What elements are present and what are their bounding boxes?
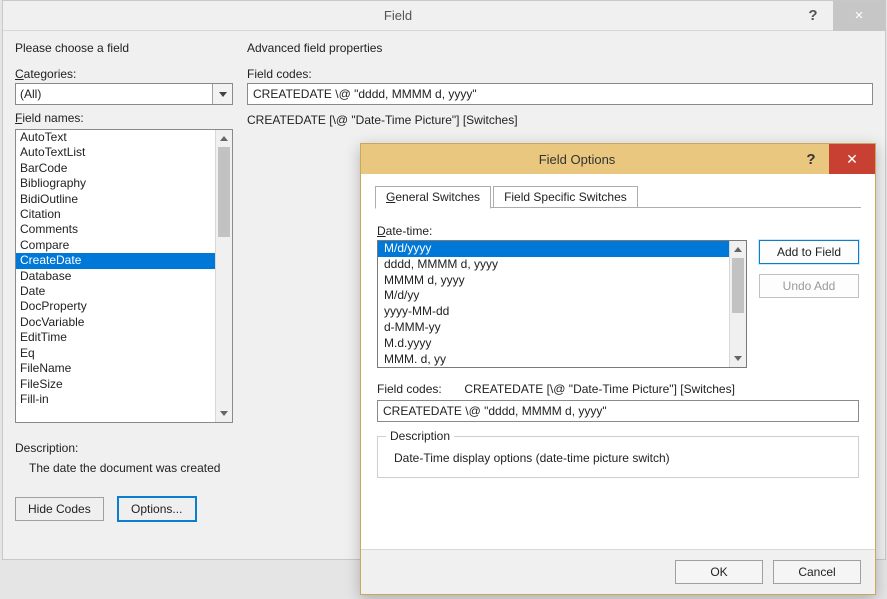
fieldnames-item[interactable]: BidiOutline [16, 192, 215, 207]
chevron-down-icon [219, 92, 227, 97]
datetime-item[interactable]: M/d/yy [378, 288, 729, 304]
fieldcodes-input[interactable]: CREATEDATE \@ "dddd, MMMM d, yyyy" [247, 83, 873, 105]
options-description-text: Date-Time display options (date-time pic… [394, 451, 848, 465]
scrollbar-track[interactable] [730, 258, 746, 350]
field-dialog-title: Field [3, 8, 793, 23]
datetime-item[interactable]: dddd, MMMM d, yyyy [378, 257, 729, 273]
datetime-item[interactable]: yyyy-MM-dd [378, 304, 729, 320]
options-description-legend: Description [386, 429, 454, 443]
chevron-up-icon [220, 136, 228, 141]
options-fieldcodes-input[interactable]: CREATEDATE \@ "dddd, MMMM d, yyyy" [377, 400, 859, 422]
options-tabstrip: General Switches Field Specific Switches [375, 184, 861, 208]
fieldnames-item[interactable]: DocVariable [16, 315, 215, 330]
datetime-item[interactable]: M/d/yyyy [378, 241, 729, 257]
chevron-down-icon [734, 356, 742, 361]
fieldnames-item[interactable]: DocProperty [16, 299, 215, 314]
fieldnames-item[interactable]: EditTime [16, 330, 215, 345]
fieldnames-item[interactable]: Comments [16, 222, 215, 237]
options-titlebar: Field Options ? ✕ [361, 144, 875, 174]
cancel-button[interactable]: Cancel [773, 560, 861, 584]
options-fieldcodes-syntax: CREATEDATE [\@ "Date-Time Picture"] [Swi… [464, 382, 735, 396]
options-dialog-title: Field Options [361, 152, 793, 167]
options-description-group: Description Date-Time display options (d… [377, 436, 859, 478]
chevron-up-icon [734, 247, 742, 252]
add-to-field-button[interactable]: Add to Field [759, 240, 859, 264]
fieldnames-listbox[interactable]: AutoTextAutoTextListBarCodeBibliographyB… [15, 129, 233, 423]
fieldnames-item[interactable]: CreateDate [16, 253, 215, 268]
help-button[interactable]: ? [793, 1, 833, 31]
fieldnames-item[interactable]: Date [16, 284, 215, 299]
fieldnames-item[interactable]: Eq [16, 346, 215, 361]
fieldcodes-syntax: CREATEDATE [\@ "Date-Time Picture"] [Swi… [247, 113, 873, 127]
options-help-button[interactable]: ? [793, 144, 829, 174]
options-button[interactable]: Options... [118, 497, 196, 521]
tab-general-content: Date-time: M/d/yyyydddd, MMMM d, yyyyMMM… [375, 208, 861, 549]
options-body: General Switches Field Specific Switches… [361, 174, 875, 549]
field-titlebar: Field ? × [3, 1, 885, 31]
fieldnames-label: Field names: [15, 111, 233, 125]
choose-field-heading: Please choose a field [15, 41, 233, 55]
undo-add-button[interactable]: Undo Add [759, 274, 859, 298]
options-footer: OK Cancel [361, 549, 875, 594]
datetime-item[interactable]: M.d.yyyy [378, 336, 729, 352]
datetime-scrollbar[interactable] [729, 241, 746, 367]
scroll-up-button[interactable] [216, 130, 232, 147]
scrollbar-track[interactable] [216, 147, 232, 405]
options-close-button[interactable]: ✕ [829, 144, 875, 174]
scrollbar-thumb[interactable] [218, 147, 230, 237]
categories-label: Categories: [15, 67, 233, 81]
description-label: Description: [15, 441, 233, 455]
scrollbar-thumb[interactable] [732, 258, 744, 313]
advanced-heading: Advanced field properties [247, 41, 873, 55]
fieldnames-item[interactable]: Database [16, 269, 215, 284]
scroll-down-button[interactable] [216, 405, 232, 422]
fieldnames-item[interactable]: Fill-in [16, 392, 215, 407]
ok-button[interactable]: OK [675, 560, 763, 584]
fieldnames-item[interactable]: BarCode [16, 161, 215, 176]
fieldnames-item[interactable]: FileSize [16, 377, 215, 392]
options-fieldcodes-label: Field codes: [377, 382, 442, 396]
fieldnames-item[interactable]: AutoTextList [16, 145, 215, 160]
datetime-item[interactable]: MMM. d, yy [378, 352, 729, 368]
fieldnames-item[interactable]: Compare [16, 238, 215, 253]
description-text: The date the document was created [29, 461, 233, 475]
description-area: Description: The date the document was c… [15, 441, 233, 475]
fieldnames-scrollbar[interactable] [215, 130, 232, 422]
fieldnames-item[interactable]: Citation [16, 207, 215, 222]
categories-value: (All) [20, 87, 41, 101]
scroll-down-button[interactable] [730, 350, 746, 367]
choose-field-column: Please choose a field Categories: (All) … [15, 41, 233, 549]
tab-general-switches[interactable]: General Switches [375, 186, 491, 209]
close-button[interactable]: × [833, 1, 885, 31]
datetime-item[interactable]: MMMM d, yyyy [378, 273, 729, 289]
tab-field-specific-switches[interactable]: Field Specific Switches [493, 186, 638, 208]
scroll-up-button[interactable] [730, 241, 746, 258]
chevron-down-icon [220, 411, 228, 416]
fieldnames-item[interactable]: AutoText [16, 130, 215, 145]
fieldnames-item[interactable]: FileName [16, 361, 215, 376]
fieldcodes-label: Field codes: [247, 67, 873, 81]
hide-codes-button[interactable]: Hide Codes [15, 497, 104, 521]
datetime-listbox[interactable]: M/d/yyyydddd, MMMM d, yyyyMMMM d, yyyyM/… [377, 240, 747, 368]
categories-dropdown-button[interactable] [212, 84, 232, 104]
datetime-label: Date-time: [377, 224, 859, 238]
datetime-item[interactable]: d-MMM-yy [378, 320, 729, 336]
field-options-dialog: Field Options ? ✕ General Switches Field… [360, 143, 876, 595]
fieldnames-item[interactable]: Bibliography [16, 176, 215, 191]
categories-combobox[interactable]: (All) [15, 83, 233, 105]
